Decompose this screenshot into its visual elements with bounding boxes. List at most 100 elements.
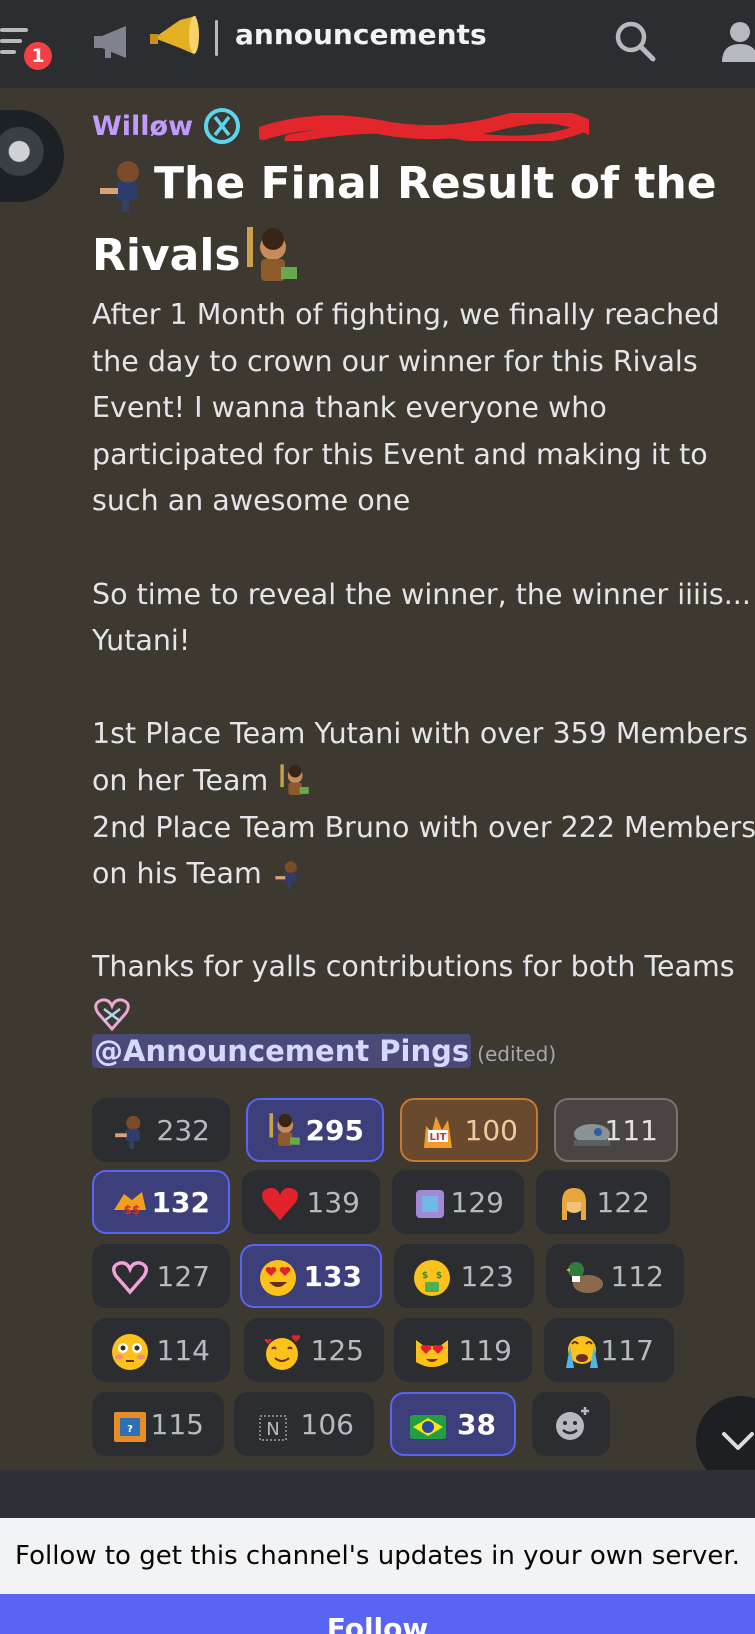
reaction-brazil-flag[interactable]: 38 (390, 1392, 516, 1456)
members-icon[interactable] (720, 18, 755, 66)
megaphone-icon (94, 26, 126, 58)
search-icon[interactable] (612, 18, 658, 64)
horn-emoji-icon (150, 16, 199, 54)
yutani-emoji-icon (280, 764, 310, 795)
channel-name: announcements (235, 18, 487, 51)
timestamp-redacted (259, 111, 590, 141)
reaction-count: 119 (458, 1334, 512, 1367)
body-line: Event! I wanna thank everyone who (92, 391, 607, 425)
duck-emoji-icon (566, 1262, 603, 1293)
crate-emoji-icon: ? (114, 1412, 146, 1442)
reaction-duck[interactable]: 112 (546, 1244, 684, 1308)
brazil-flag-emoji-icon (410, 1415, 446, 1439)
girl-emoji-icon (562, 1188, 586, 1220)
reaction-pink-heart[interactable]: 127 (92, 1244, 230, 1308)
reaction-count: 133 (303, 1260, 362, 1293)
bruno-emoji-icon (275, 861, 297, 890)
add-reaction-button[interactable] (532, 1392, 610, 1456)
reaction-heart-eyes-cat[interactable]: 119 (394, 1318, 532, 1382)
pink-heart-emoji-icon (94, 998, 130, 1032)
lit-emoji-icon: LIT (424, 1116, 452, 1148)
role-mention[interactable]: @Announcement Pings (92, 1034, 472, 1068)
reaction-count: 115 (150, 1408, 204, 1441)
reaction-yutani[interactable]: 295 (246, 1098, 384, 1162)
reaction-girl[interactable]: 122 (536, 1170, 670, 1234)
reaction-count: 106 (300, 1408, 354, 1441)
menu-icon-bar (0, 50, 16, 54)
red-heart-emoji-icon (262, 1187, 298, 1220)
title-line-2: Rivals (92, 220, 732, 292)
reaction-count: 111 (604, 1114, 658, 1147)
reaction-count: 123 (460, 1260, 514, 1293)
svg-text:$: $ (436, 1271, 442, 1281)
picture-emoji-icon (416, 1190, 444, 1218)
reaction-red-heart[interactable]: 139 (242, 1170, 380, 1234)
redaction-scribble (259, 113, 590, 141)
body-line: 2nd Place Team Bruno with over 222 Membe… (92, 810, 755, 844)
mention-row: @Announcement Pings (edited) (92, 1034, 556, 1068)
message-header: Willøw (92, 104, 590, 148)
reaction-bruno[interactable]: 232 (92, 1098, 230, 1162)
reaction-count: 127 (156, 1260, 210, 1293)
reaction-flushed[interactable]: 114 (92, 1318, 230, 1382)
body-line: 1st Place Team Yutani with over 359 Memb… (92, 717, 748, 751)
reaction-heart-eyes[interactable]: 133 (240, 1244, 382, 1308)
body-line: After 1 Month of fighting, we finally re… (92, 298, 720, 331)
server-badge-icon (204, 108, 241, 144)
author-name[interactable]: Willøw (92, 111, 193, 142)
reaction-count: 132 (151, 1186, 210, 1219)
heart-emoji-line (92, 991, 755, 1038)
reaction-smiling-hearts[interactable]: 125 (244, 1318, 384, 1382)
reaction-peeking[interactable]: 111 (554, 1098, 678, 1162)
channel-header: 1 announcements (0, 0, 755, 88)
title-line-1: The Final Result of the (92, 148, 732, 220)
reaction-count: 100 (464, 1114, 518, 1147)
follow-button[interactable]: Follow (0, 1594, 755, 1634)
body-line: the day to crown our winner for this Riv… (92, 344, 698, 378)
menu-icon-bar (0, 39, 22, 43)
reaction-count: 117 (600, 1334, 654, 1367)
smiling-hearts-emoji-icon (264, 1335, 301, 1370)
message-title: The Final Result of the Rivals (92, 148, 732, 292)
reaction-count: 232 (156, 1114, 210, 1147)
heart-eyes-cat-emoji-icon (416, 1340, 448, 1367)
body-line: Yutani! (92, 624, 191, 658)
title-text-2: Rivals (92, 230, 241, 281)
body-line: on his Team (92, 857, 262, 891)
reaction-count: 295 (305, 1114, 364, 1147)
body-line: Thanks for yalls contributions for both … (92, 950, 735, 984)
body-line: such an awesome one (92, 484, 411, 518)
reaction-money-mouth[interactable]: $ $ 123 (394, 1244, 534, 1308)
reaction-picture[interactable]: 129 (392, 1170, 524, 1234)
footer-divider (0, 1470, 755, 1518)
yutani-emoji-icon (269, 1113, 300, 1146)
avatar[interactable] (0, 110, 64, 202)
heart-eyes-emoji-icon (260, 1260, 296, 1296)
menu-button[interactable]: 1 (0, 22, 60, 74)
add-reaction-icon (556, 1406, 590, 1440)
edited-label: (edited) (477, 1042, 557, 1066)
reaction-lit[interactable]: LIT 100 (400, 1098, 538, 1162)
pink-heart-emoji-icon (112, 1261, 148, 1295)
follow-banner: Follow to get this channel's updates in … (0, 1518, 755, 1594)
boosts-emoji-icon: $$ (114, 1192, 146, 1217)
reaction-crate[interactable]: ? 115 (92, 1392, 224, 1456)
reaction-count: 112 (610, 1260, 664, 1293)
bruno-emoji-icon (100, 161, 139, 212)
svg-text:N: N (266, 1419, 279, 1440)
follow-button-label: Follow (326, 1612, 429, 1634)
body-line-with-emoji: on his Team (92, 851, 755, 898)
header-separator (215, 20, 218, 56)
reaction-count: 129 (450, 1186, 504, 1219)
svg-text:?: ? (127, 1424, 133, 1435)
message-body: After 1 Month of fighting, we finally re… (92, 292, 755, 1038)
menu-icon (0, 28, 28, 32)
notification-badge: 1 (20, 38, 56, 74)
crying-emoji-icon (566, 1336, 598, 1368)
body-line: So time to reveal the winner, the winner… (92, 577, 751, 611)
reaction-crying[interactable]: 117 (544, 1318, 674, 1382)
reaction-boosts[interactable]: $$ 132 (92, 1170, 230, 1234)
body-line-with-emoji: on her Team (92, 758, 755, 805)
reaction-n-letter[interactable]: N 106 (234, 1392, 374, 1456)
money-mouth-emoji-icon: $ $ (414, 1260, 450, 1296)
